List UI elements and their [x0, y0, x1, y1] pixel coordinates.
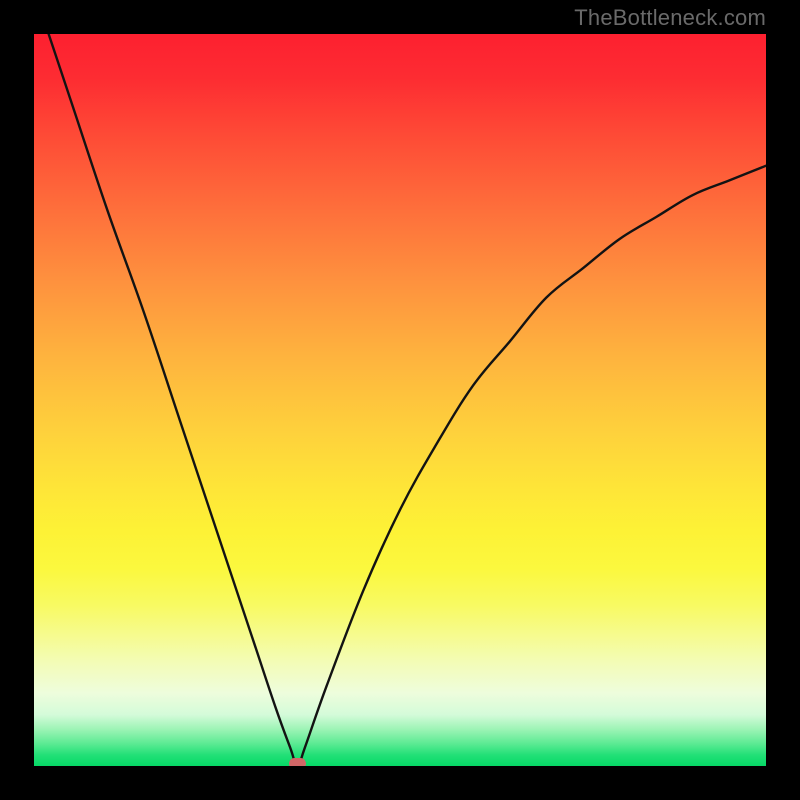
- watermark-text: TheBottleneck.com: [574, 5, 766, 31]
- plot-area: [34, 34, 766, 766]
- minimum-marker: [289, 758, 306, 766]
- chart-frame: TheBottleneck.com: [0, 0, 800, 800]
- bottleneck-curve: [34, 34, 766, 766]
